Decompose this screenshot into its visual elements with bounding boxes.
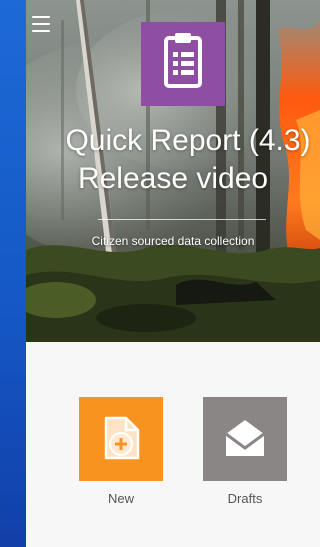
new-report-button[interactable]: New [79, 397, 163, 506]
title-divider [98, 219, 266, 220]
app-title-line1: Quick Report (4.3) [65, 124, 311, 157]
new-tile[interactable] [79, 397, 163, 481]
new-document-plus-icon [104, 416, 140, 460]
clipboard-list-icon [141, 22, 225, 106]
outer-background [0, 0, 26, 547]
app-subtitle: Citizen sourced data collection [91, 234, 255, 248]
drafts-tile[interactable] [203, 397, 287, 481]
hero-banner: Quick Report (4.3) Release video Citizen… [26, 0, 320, 342]
drafts-label: Drafts [227, 491, 263, 506]
app-screen: Quick Report (4.3) Release video Citizen… [26, 0, 320, 547]
app-title-line2: Release video [77, 162, 269, 195]
app-title: Quick Report (4.3) Release video [26, 122, 320, 198]
open-envelope-icon [225, 420, 265, 456]
hamburger-menu-icon[interactable] [32, 16, 50, 32]
drafts-button[interactable]: Drafts [203, 397, 287, 506]
actions-panel: New Drafts [26, 342, 320, 547]
new-label: New [107, 491, 134, 506]
